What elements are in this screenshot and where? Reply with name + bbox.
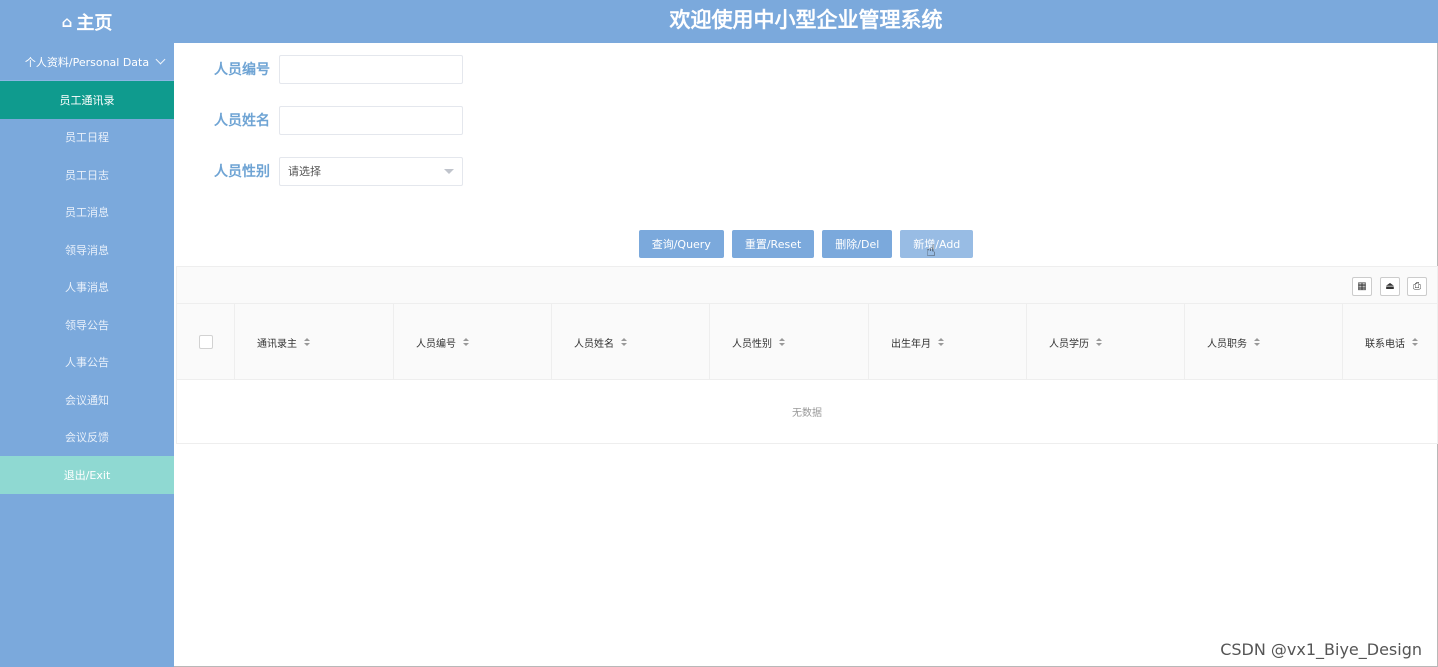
sort-icon[interactable] [304, 338, 310, 346]
sidebar-item-employee-directory[interactable]: 员工通讯录 [0, 81, 174, 119]
search-row-name: 人员姓名 [214, 105, 463, 135]
column-label: 人员职务 [1207, 338, 1247, 350]
column-label: 人员编号 [416, 338, 456, 350]
person-id-label: 人员编号 [214, 62, 270, 78]
column-label: 人员姓名 [574, 338, 614, 350]
column-header[interactable]: 通讯录主 [235, 304, 394, 380]
sidebar-item-hr-messages[interactable]: 人事消息 [0, 269, 174, 307]
main-content: 人员编号 人员姓名 人员性别 请选择 查询/Query 重置/Reset 删除/… [174, 43, 1438, 667]
sidebar-item-employee-log[interactable]: 员工日志 [0, 156, 174, 194]
sort-icon[interactable] [1412, 338, 1418, 346]
column-label: 人员学历 [1049, 338, 1089, 350]
home-label: 主页 [76, 12, 113, 34]
sort-icon[interactable] [1096, 338, 1102, 346]
empty-row: 无数据 [177, 380, 1437, 443]
hand-pointer-icon: ☝ [926, 241, 936, 260]
sidebar-item-hr-notices[interactable]: 人事公告 [0, 344, 174, 382]
person-gender-select[interactable]: 请选择 [279, 156, 463, 186]
sort-icon[interactable] [621, 338, 627, 346]
column-header[interactable]: 人员性别 [710, 304, 869, 380]
watermark: CSDN @vx1_Biye_Design [1220, 640, 1422, 659]
sidebar-item-meeting-feedback[interactable]: 会议反馈 [0, 419, 174, 457]
print-icon[interactable]: ⎙ [1407, 277, 1427, 296]
app-title: 欢迎使用中小型企业管理系统 [669, 8, 943, 32]
sidebar-item-employee-schedule[interactable]: 员工日程 [0, 119, 174, 157]
select-all-cell [177, 304, 235, 380]
sidebar-item-employee-messages[interactable]: 员工消息 [0, 194, 174, 232]
column-label: 通讯录主 [257, 338, 297, 350]
column-header[interactable]: 人员姓名 [552, 304, 710, 380]
column-label: 联系电话 [1365, 338, 1405, 350]
sort-icon[interactable] [779, 338, 785, 346]
person-name-label: 人员姓名 [214, 113, 270, 129]
sidebar: 个人资料/Personal Data 员工通讯录 员工日程 员工日志 员工消息 … [0, 43, 174, 667]
caret-down-icon [444, 168, 454, 174]
sidebar-group-label: 个人资料/Personal Data [24, 55, 150, 69]
column-label: 出生年月 [891, 338, 931, 350]
export-icon[interactable]: ⏏ [1380, 277, 1400, 296]
gender-select-placeholder: 请选择 [288, 165, 321, 178]
sidebar-group-personal-data[interactable]: 个人资料/Personal Data [0, 43, 174, 81]
column-label: 人员性别 [732, 338, 772, 350]
person-name-input[interactable] [279, 105, 463, 135]
column-header[interactable]: 出生年月 [869, 304, 1027, 380]
query-button[interactable]: 查询/Query [638, 230, 724, 258]
action-bar: 查询/Query 重置/Reset 删除/Del 新增/Add [174, 230, 1438, 258]
top-header: ⌂ 主页 欢迎使用中小型企业管理系统 [0, 0, 1438, 43]
column-header[interactable]: 联系电话 [1343, 304, 1437, 380]
chevron-down-icon [155, 54, 166, 65]
reset-button[interactable]: 重置/Reset [731, 230, 815, 258]
delete-button[interactable]: 删除/Del [822, 230, 893, 258]
add-button[interactable]: 新增/Add [900, 230, 974, 258]
sort-icon[interactable] [938, 338, 944, 346]
table-header: 通讯录主 人员编号 人员姓名 人员性别 出生年月 人员学历 人员职务 联系电话 [177, 304, 1437, 380]
home-link[interactable]: ⌂ 主页 [0, 0, 174, 43]
column-header[interactable]: 人员职务 [1185, 304, 1343, 380]
empty-text: 无数据 [792, 408, 822, 419]
person-gender-label: 人员性别 [214, 164, 270, 180]
search-row-gender: 人员性别 请选择 [214, 156, 463, 186]
select-all-checkbox[interactable] [198, 335, 213, 349]
column-header[interactable]: 人员编号 [394, 304, 552, 380]
sidebar-item-meeting-notices[interactable]: 会议通知 [0, 381, 174, 419]
table-toolbar: ▦ ⏏ ⎙ [177, 267, 1437, 304]
sidebar-item-leader-messages[interactable]: 领导消息 [0, 231, 174, 269]
sidebar-item-exit[interactable]: 退出/Exit [0, 456, 174, 494]
search-row-id: 人员编号 [214, 54, 463, 84]
house-icon: ⌂ [61, 12, 73, 31]
sort-icon[interactable] [463, 338, 469, 346]
columns-icon[interactable]: ▦ [1352, 277, 1372, 296]
sort-icon[interactable] [1254, 338, 1260, 346]
column-header[interactable]: 人员学历 [1027, 304, 1185, 380]
sidebar-item-leader-notices[interactable]: 领导公告 [0, 306, 174, 344]
data-table: ▦ ⏏ ⎙ 通讯录主 人员编号 人员姓名 人员性别 出生年月 人员学历 人员职务… [176, 266, 1438, 444]
person-id-input[interactable] [279, 54, 463, 84]
